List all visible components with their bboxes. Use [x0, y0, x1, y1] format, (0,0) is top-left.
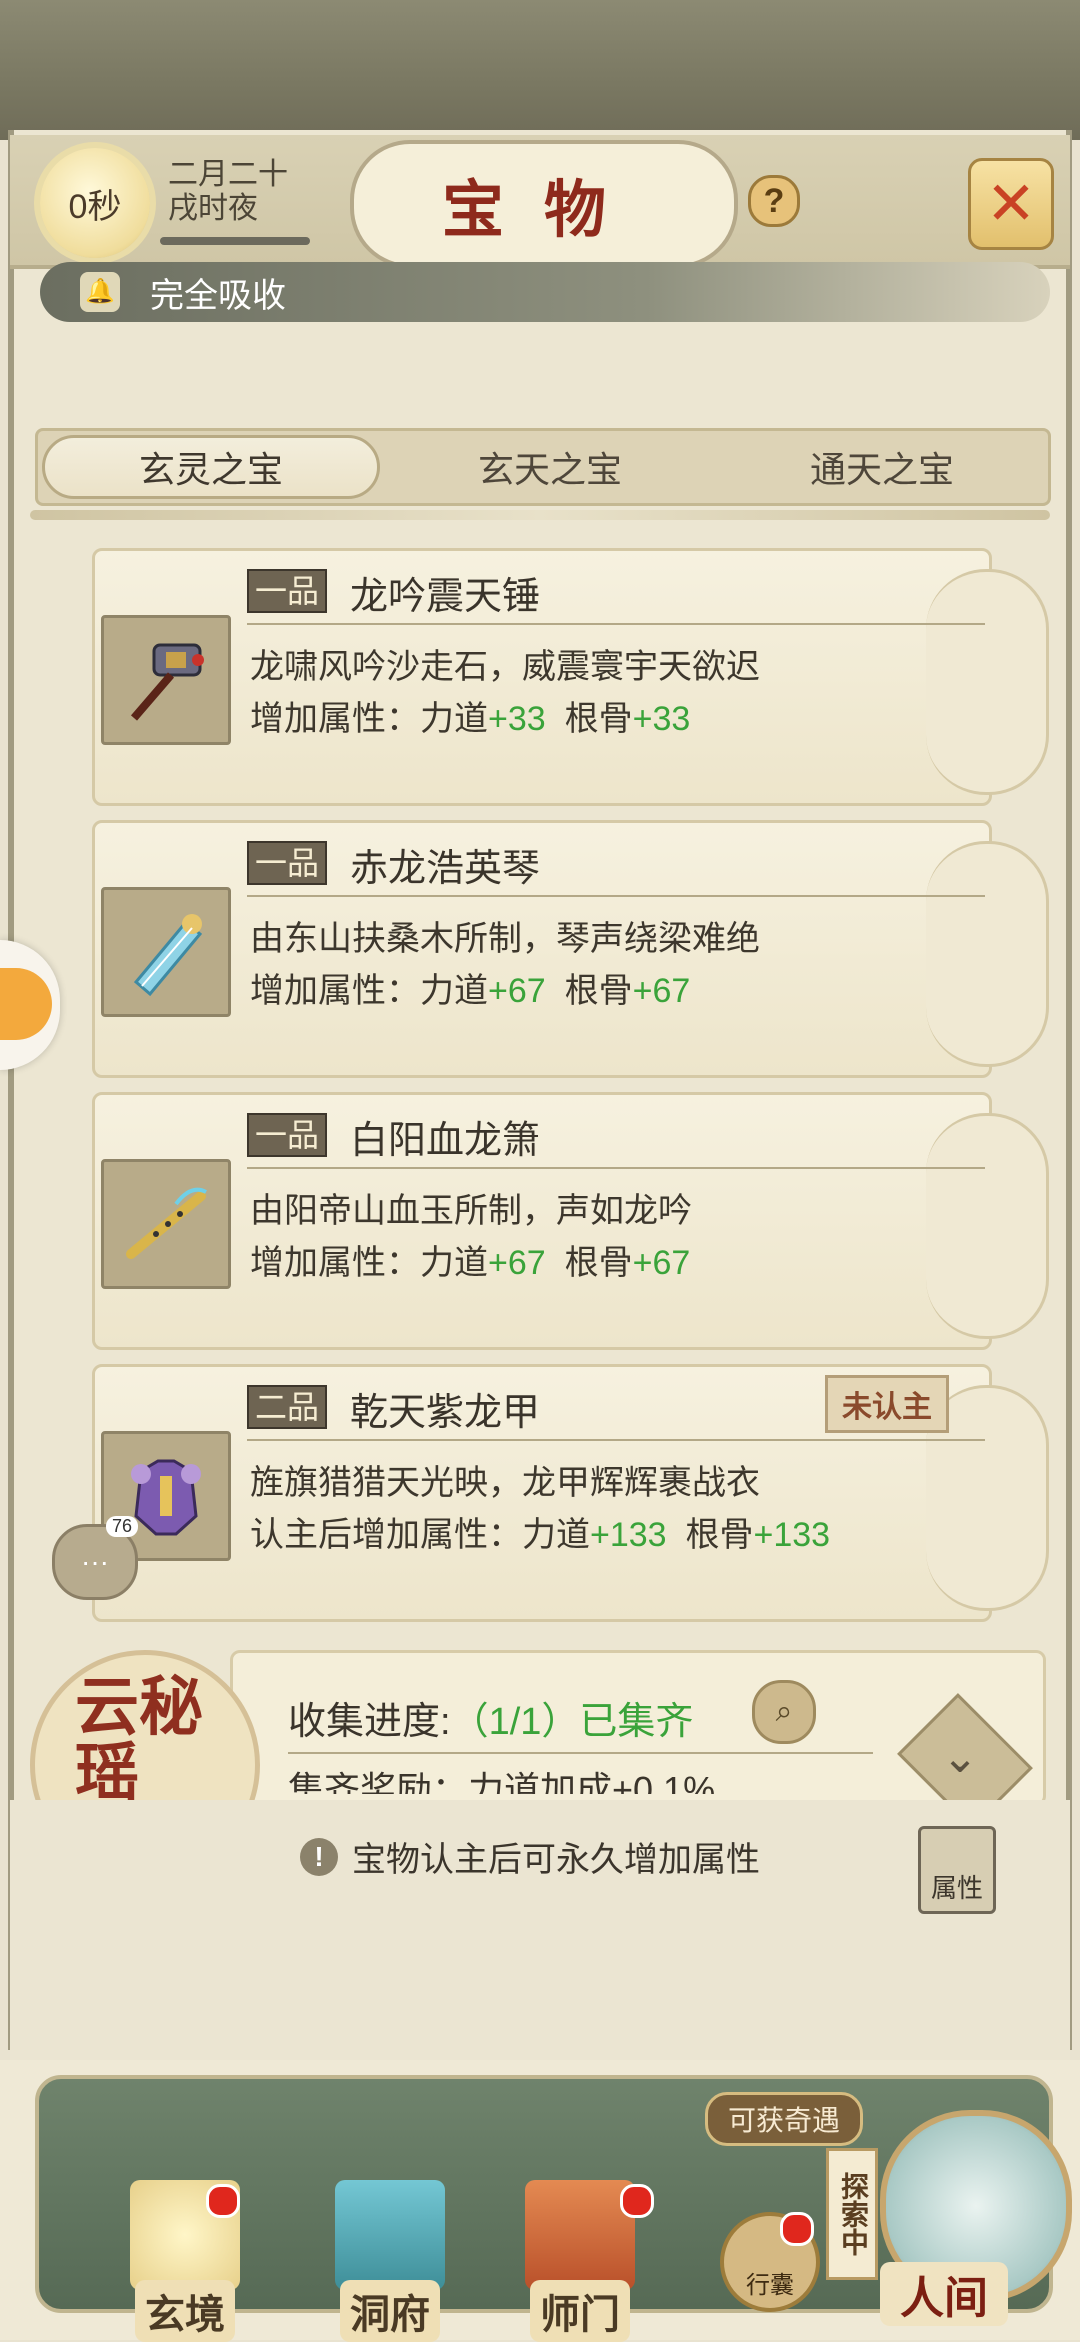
item-name: 赤龙浩英琴 — [350, 848, 541, 890]
card-bulge — [926, 841, 1049, 1067]
attributes-label: 属性 — [930, 1873, 983, 1903]
divider — [30, 510, 1050, 520]
notification-dot — [780, 2212, 814, 2246]
item-description: 由东山扶桑木所制，琴声绕梁难绝 — [250, 920, 760, 958]
date-line2: 戌时夜 — [168, 192, 258, 225]
collection-reward: 集齐奖励：力道加成+0.1% — [288, 1769, 716, 1794]
banner-icon — [525, 2180, 635, 2290]
item-attributes: 增加属性：力道+33 根骨+33 — [250, 691, 690, 740]
nav-renjian-label[interactable]: 人间 — [880, 2262, 1008, 2326]
card-rule — [247, 1167, 985, 1169]
item-description: 龙啸风吟沙走石，威震寰宇天欲迟 — [250, 648, 760, 686]
attr-prefix: 增加属性：力道 — [250, 1244, 488, 1282]
attr-value-bone: +133 — [753, 1516, 831, 1554]
nav-shimen-label: 师门 — [530, 2280, 630, 2342]
collection-label: 收集进度: — [288, 1701, 451, 1743]
attr-value-bone: +33 — [632, 700, 691, 738]
grade-badge: 一品 — [247, 1113, 328, 1157]
attr-value-strength: +67 — [488, 972, 546, 1010]
date-line1: 二月二十 — [168, 158, 288, 191]
item-name: 龙吟震天锤 — [350, 576, 541, 618]
time-progress-bar — [160, 237, 310, 245]
gamepad-icon — [0, 968, 52, 1040]
attr-value-bone: +67 — [632, 972, 691, 1010]
bag-label: 行囊 — [746, 2272, 794, 2299]
flute-icon — [101, 1159, 231, 1289]
card-rule — [247, 1439, 985, 1441]
item-attributes: 认主后增加属性：力道+133 根骨+133 — [250, 1507, 830, 1556]
help-icon[interactable]: ? — [748, 175, 800, 227]
chat-count-badge: 76 — [106, 1516, 139, 1537]
close-icon: ✕ — [985, 170, 1037, 237]
attr-value-strength: +133 — [590, 1516, 667, 1554]
info-icon: ! — [300, 1837, 338, 1876]
unbound-tag: 未认主 — [825, 1375, 949, 1433]
item-name: 乾天紫龙甲 — [350, 1392, 541, 1434]
pavilion-icon — [335, 2180, 445, 2290]
notification-dot — [620, 2184, 654, 2218]
attr-prefix: 增加属性：力道 — [250, 700, 488, 738]
absorb-bar[interactable]: 🔔 完全吸收 — [40, 262, 1050, 322]
game-date: 二月二十 戌时夜 — [168, 158, 288, 226]
bell-icon: 🔔 — [80, 272, 120, 312]
collection-progress-value: （1/1）已集齐 — [450, 1701, 694, 1743]
attr-value-bone: +67 — [632, 1244, 691, 1282]
zither-icon — [101, 887, 231, 1017]
hammer-icon — [101, 615, 231, 745]
nav-dongfu-label: 洞府 — [340, 2280, 440, 2342]
encounter-badge: 可获奇遇 — [705, 2092, 864, 2146]
close-button[interactable]: ✕ — [968, 158, 1054, 250]
collection-seal: 云秘瑶 — [30, 1650, 260, 1800]
attr-value-strength: +33 — [488, 700, 546, 738]
grade-badge: 二品 — [247, 1385, 328, 1429]
notice-text: 宝物认主后可永久增加属性 — [352, 1841, 760, 1879]
attr-value-strength: +67 — [488, 1244, 546, 1282]
attr-mid: 根骨 — [564, 972, 633, 1010]
collection-rule — [288, 1752, 873, 1754]
card-rule — [247, 895, 985, 897]
tab-xuanling[interactable]: 玄灵之宝 — [42, 435, 380, 499]
card-rule — [247, 623, 985, 625]
attr-mid: 根骨 — [564, 1244, 633, 1282]
search-icon[interactable]: ⌕ — [752, 1680, 816, 1744]
treasure-card[interactable]: 一品 白阳血龙箫 由阳帝山血玉所制，声如龙吟 增加属性：力道+67 根骨+67 — [92, 1092, 1049, 1350]
tab-tongtian[interactable]: 通天之宝 — [716, 431, 1048, 503]
attr-mid: 根骨 — [685, 1516, 754, 1554]
absorb-label: 完全吸收 — [150, 276, 286, 315]
category-tabs: 玄灵之宝 玄天之宝 通天之宝 — [35, 428, 1051, 506]
attr-mid: 根骨 — [564, 700, 633, 738]
treasure-card[interactable]: 一品 龙吟震天锤 龙啸风吟沙走石，威震寰宇天欲迟 增加属性：力道+33 根骨+3… — [92, 548, 1049, 806]
attr-prefix: 增加属性：力道 — [250, 972, 488, 1010]
item-attributes: 增加属性：力道+67 根骨+67 — [250, 1235, 690, 1284]
chat-icon: ··· — [81, 1546, 109, 1577]
item-attributes: 增加属性：力道+67 根骨+67 — [250, 963, 690, 1012]
seal-text: 云秘瑶 — [30, 1650, 260, 1800]
attr-prefix: 认主后增加属性：力道 — [250, 1516, 590, 1554]
nav-xuanjing-label: 玄境 — [135, 2280, 235, 2342]
timer-badge: 0秒 — [40, 148, 150, 258]
collection-progress: 收集进度:（1/1）已集齐 — [288, 1690, 693, 1745]
nav-dongfu[interactable]: 洞府 — [315, 2180, 465, 2342]
notice: ! 宝物认主后可永久增加属性 — [300, 1832, 760, 1881]
tab-xuantian[interactable]: 玄天之宝 — [384, 431, 716, 503]
item-name: 白阳血龙箫 — [350, 1120, 541, 1162]
timer-text: 0秒 — [68, 187, 122, 226]
chevron-down-icon: ⌄ — [941, 1733, 979, 1782]
card-bulge — [926, 569, 1049, 795]
card-bulge — [926, 1113, 1049, 1339]
grade-badge: 一品 — [247, 841, 328, 885]
item-description: 旌旗猎猎天光映，龙甲辉辉裹战衣 — [250, 1464, 760, 1502]
treasure-card[interactable]: 二品 乾天紫龙甲 未认主 旌旗猎猎天光映，龙甲辉辉裹战衣 认主后增加属性：力道+… — [92, 1364, 1049, 1622]
page-title: 宝物 — [350, 140, 738, 268]
item-description: 由阳帝山血玉所制，声如龙吟 — [250, 1192, 692, 1230]
treasure-card[interactable]: 一品 赤龙浩英琴 由东山扶桑木所制，琴声绕梁难绝 增加属性：力道+67 根骨+6… — [92, 820, 1049, 1078]
grade-badge: 一品 — [247, 569, 328, 613]
notification-dot — [206, 2184, 240, 2218]
exploring-tag: 探索中 — [826, 2148, 878, 2280]
attributes-button[interactable]: 属性 — [918, 1826, 996, 1914]
top-backdrop — [0, 0, 1080, 140]
